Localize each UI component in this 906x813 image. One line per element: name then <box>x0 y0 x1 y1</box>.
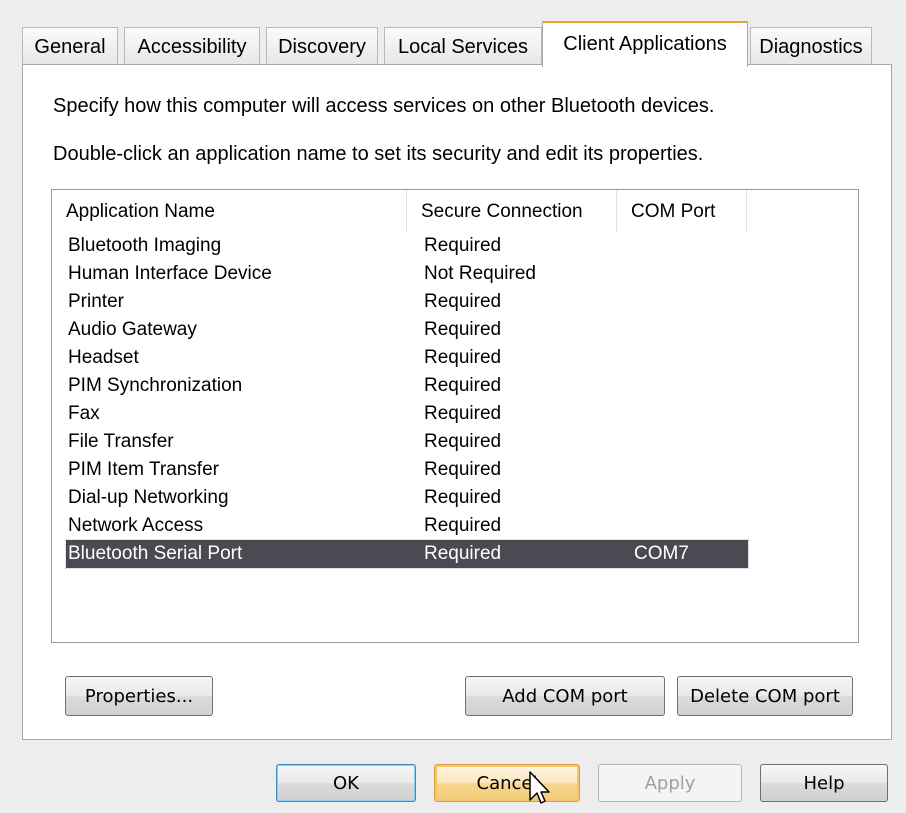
list-row[interactable]: File Transfer Required <box>66 428 748 456</box>
tab-general[interactable]: General <box>22 27 118 65</box>
app-name: Audio Gateway <box>68 319 197 340</box>
app-name: Human Interface Device <box>68 263 272 284</box>
secure-connection: Required <box>424 515 502 536</box>
description-line-2: Double-click an application name to set … <box>53 143 704 165</box>
secure-connection: Required <box>424 319 502 340</box>
apply-button[interactable]: Apply <box>598 764 742 802</box>
list-row[interactable]: Audio Gateway Required <box>66 316 748 344</box>
app-name: Bluetooth Imaging <box>68 235 222 256</box>
list-row[interactable]: PIM Item Transfer Required <box>66 456 748 484</box>
secure-connection: Required <box>424 375 502 396</box>
secure-connection: Required <box>424 459 502 480</box>
help-button[interactable]: Help <box>760 764 888 802</box>
ok-button[interactable]: OK <box>276 764 416 802</box>
client-applications-panel: Specify how this computer will access se… <box>22 64 892 740</box>
secure-connection: Required <box>424 291 502 312</box>
column-header-filler <box>747 190 858 232</box>
app-name: Bluetooth Serial Port <box>68 543 243 564</box>
description-line-1: Specify how this computer will access se… <box>53 95 715 117</box>
add-com-port-button[interactable]: Add COM port <box>465 676 665 716</box>
list-row[interactable]: Printer Required <box>66 288 748 316</box>
app-name: PIM Synchronization <box>68 375 243 396</box>
list-row[interactable]: Fax Required <box>66 400 748 428</box>
tab-client-applications[interactable]: Client Applications <box>542 21 748 67</box>
properties-button[interactable]: Properties... <box>65 676 213 716</box>
mouse-cursor-icon <box>529 771 550 804</box>
secure-connection: Required <box>424 347 502 368</box>
secure-connection: Required <box>424 543 502 564</box>
com-port: COM7 <box>634 543 689 564</box>
app-name: Fax <box>68 403 100 424</box>
secure-connection: Not Required <box>424 263 536 284</box>
app-name: Dial-up Networking <box>68 487 229 508</box>
app-name: Printer <box>68 291 124 312</box>
applications-list[interactable]: Application Name Secure Connection COM P… <box>51 189 859 643</box>
tab-diagnostics[interactable]: Diagnostics <box>750 27 872 65</box>
app-name: PIM Item Transfer <box>68 459 219 480</box>
list-row[interactable]: PIM Synchronization Required <box>66 372 748 400</box>
app-name: File Transfer <box>68 431 174 452</box>
list-row[interactable]: Human Interface Device Not Required <box>66 260 748 288</box>
app-name: Headset <box>68 347 139 368</box>
tab-accessibility[interactable]: Accessibility <box>124 27 260 65</box>
column-header-secure-connection[interactable]: Secure Connection <box>407 190 617 232</box>
list-header: Application Name Secure Connection COM P… <box>52 190 858 232</box>
list-row[interactable]: Headset Required <box>66 344 748 372</box>
list-row[interactable]: Bluetooth Imaging Required <box>66 232 748 260</box>
secure-connection: Required <box>424 487 502 508</box>
secure-connection: Required <box>424 235 502 256</box>
list-row[interactable]: Dial-up Networking Required <box>66 484 748 512</box>
cancel-button[interactable]: Cancel <box>434 764 580 802</box>
tab-discovery[interactable]: Discovery <box>266 27 378 65</box>
list-row-selected[interactable]: Bluetooth Serial Port Required COM7 <box>65 539 749 569</box>
list-row[interactable]: Network Access Required <box>66 512 748 540</box>
secure-connection: Required <box>424 403 502 424</box>
app-name: Network Access <box>68 515 204 536</box>
column-header-com-port[interactable]: COM Port <box>617 190 747 232</box>
column-header-application-name[interactable]: Application Name <box>52 190 407 232</box>
delete-com-port-button[interactable]: Delete COM port <box>677 676 853 716</box>
tab-local-services[interactable]: Local Services <box>384 27 542 65</box>
secure-connection: Required <box>424 431 502 452</box>
